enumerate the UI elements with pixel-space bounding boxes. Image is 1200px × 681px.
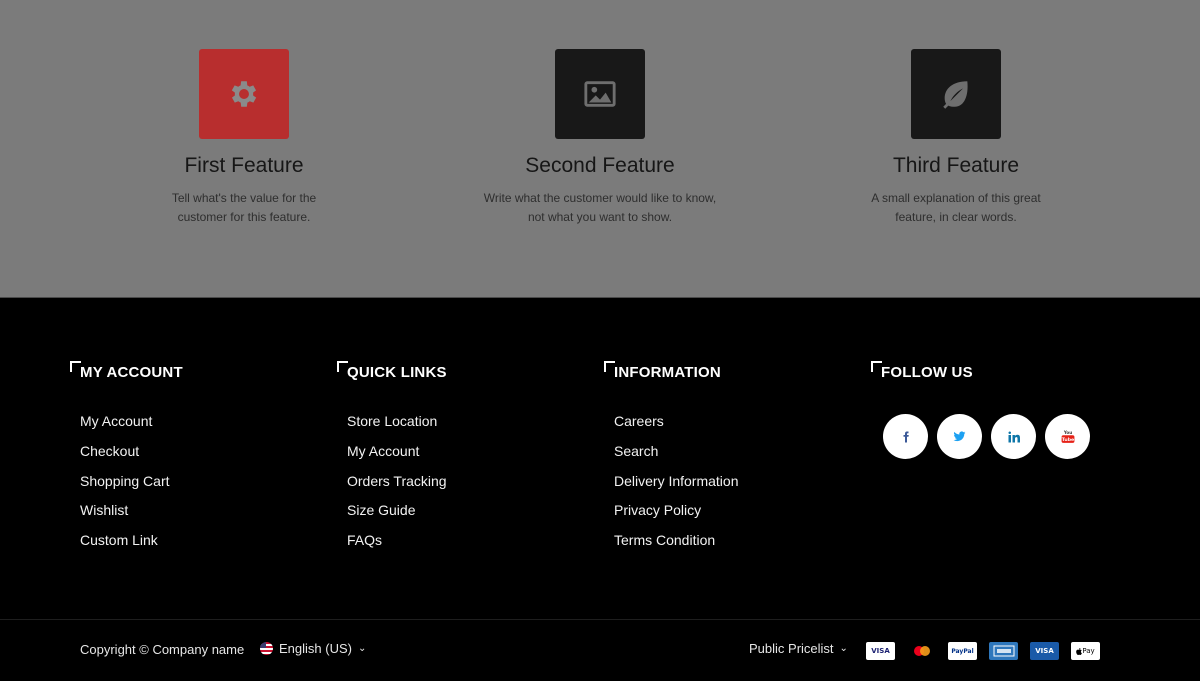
footer-bottom-bar: Copyright © Company name English (US) ⌄ … — [0, 619, 1200, 681]
footer-link[interactable]: Store Location — [347, 407, 577, 437]
pricelist-selector[interactable]: Public Pricelist ⌄ — [749, 641, 848, 656]
footer-link[interactable]: Custom Link — [80, 526, 310, 556]
visa-electron-icon: VISA — [1030, 642, 1059, 660]
svg-text:You: You — [1062, 430, 1071, 435]
footer-link[interactable]: Search — [614, 437, 844, 467]
feature-title: Second Feature — [525, 154, 675, 177]
features-section: First Feature Tell what's the value for … — [0, 0, 1200, 298]
us-flag-icon — [260, 642, 273, 655]
copyright-text: Copyright © Company name — [80, 642, 245, 657]
column-heading: INFORMATION — [604, 361, 844, 385]
feature-description: Write what the customer would like to kn… — [483, 191, 717, 224]
chevron-down-icon: ⌄ — [839, 643, 848, 654]
column-heading: QUICK LINKS — [337, 361, 577, 385]
language-label: English (US) — [279, 641, 352, 656]
footer-column-quick-links: QUICK LINKS Store Location My Account Or… — [337, 361, 577, 556]
footer-column-my-account: MY ACCOUNT My Account Checkout Shopping … — [70, 361, 310, 556]
mastercard-icon — [907, 642, 936, 660]
footer-link[interactable]: Orders Tracking — [347, 467, 577, 497]
feature-icon-box — [555, 49, 645, 139]
youtube-icon[interactable]: Tube You — [1045, 414, 1090, 459]
footer-link[interactable]: Size Guide — [347, 496, 577, 526]
apple-pay-label: Pay — [1082, 647, 1095, 655]
feature-icon-box — [199, 49, 289, 139]
feature-description: A small explanation of this great feature… — [871, 191, 1041, 224]
footer-link[interactable]: Privacy Policy — [614, 496, 844, 526]
feature-icon-box — [911, 49, 1001, 139]
linkedin-icon[interactable] — [991, 414, 1036, 459]
visa-icon: VISA — [866, 642, 895, 660]
feature-title: Third Feature — [892, 154, 1020, 177]
gear-icon — [231, 81, 257, 107]
footer-link[interactable]: Delivery Information — [614, 467, 844, 497]
feature-second: Second Feature Write what the customer w… — [450, 49, 750, 227]
footer-link[interactable]: Wishlist — [80, 496, 310, 526]
twitter-icon[interactable] — [937, 414, 982, 459]
footer-link[interactable]: FAQs — [347, 526, 577, 556]
amex-icon — [989, 642, 1018, 660]
apple-pay-icon: Pay — [1071, 642, 1100, 660]
footer-link[interactable]: Terms Condition — [614, 526, 844, 556]
link-list: Careers Search Delivery Information Priv… — [604, 407, 844, 556]
feature-third: Third Feature A small explanation of thi… — [806, 49, 1106, 227]
footer-link[interactable]: Checkout — [80, 437, 310, 467]
link-list: Store Location My Account Orders Trackin… — [337, 407, 577, 556]
feature-title: First Feature — [184, 154, 304, 177]
payment-methods: VISA PayPal VISA Pay — [866, 642, 1100, 660]
footer-link[interactable]: My Account — [347, 437, 577, 467]
facebook-icon[interactable] — [883, 414, 928, 459]
image-icon — [584, 81, 616, 107]
footer-link[interactable]: Careers — [614, 407, 844, 437]
feature-description: Tell what's the value for the customer fo… — [171, 191, 317, 224]
svg-text:Tube: Tube — [1061, 437, 1073, 443]
column-heading: MY ACCOUNT — [70, 361, 310, 385]
footer-column-information: INFORMATION Careers Search Delivery Info… — [604, 361, 844, 556]
footer-link[interactable]: Shopping Cart — [80, 467, 310, 497]
chevron-down-icon: ⌄ — [357, 643, 367, 654]
leaf-icon — [943, 81, 968, 109]
paypal-icon: PayPal — [948, 642, 977, 660]
link-list: My Account Checkout Shopping Cart Wishli… — [70, 407, 310, 556]
footer: MY ACCOUNT My Account Checkout Shopping … — [0, 299, 1200, 619]
feature-first: First Feature Tell what's the value for … — [94, 49, 394, 227]
pricelist-label: Public Pricelist — [749, 641, 834, 656]
column-heading: FOLLOW US — [871, 361, 1111, 385]
footer-link[interactable]: My Account — [80, 407, 310, 437]
language-selector[interactable]: English (US) ⌄ — [260, 641, 366, 656]
social-links: Tube You — [871, 414, 1111, 459]
footer-column-follow-us: FOLLOW US Tube You — [871, 361, 1111, 459]
